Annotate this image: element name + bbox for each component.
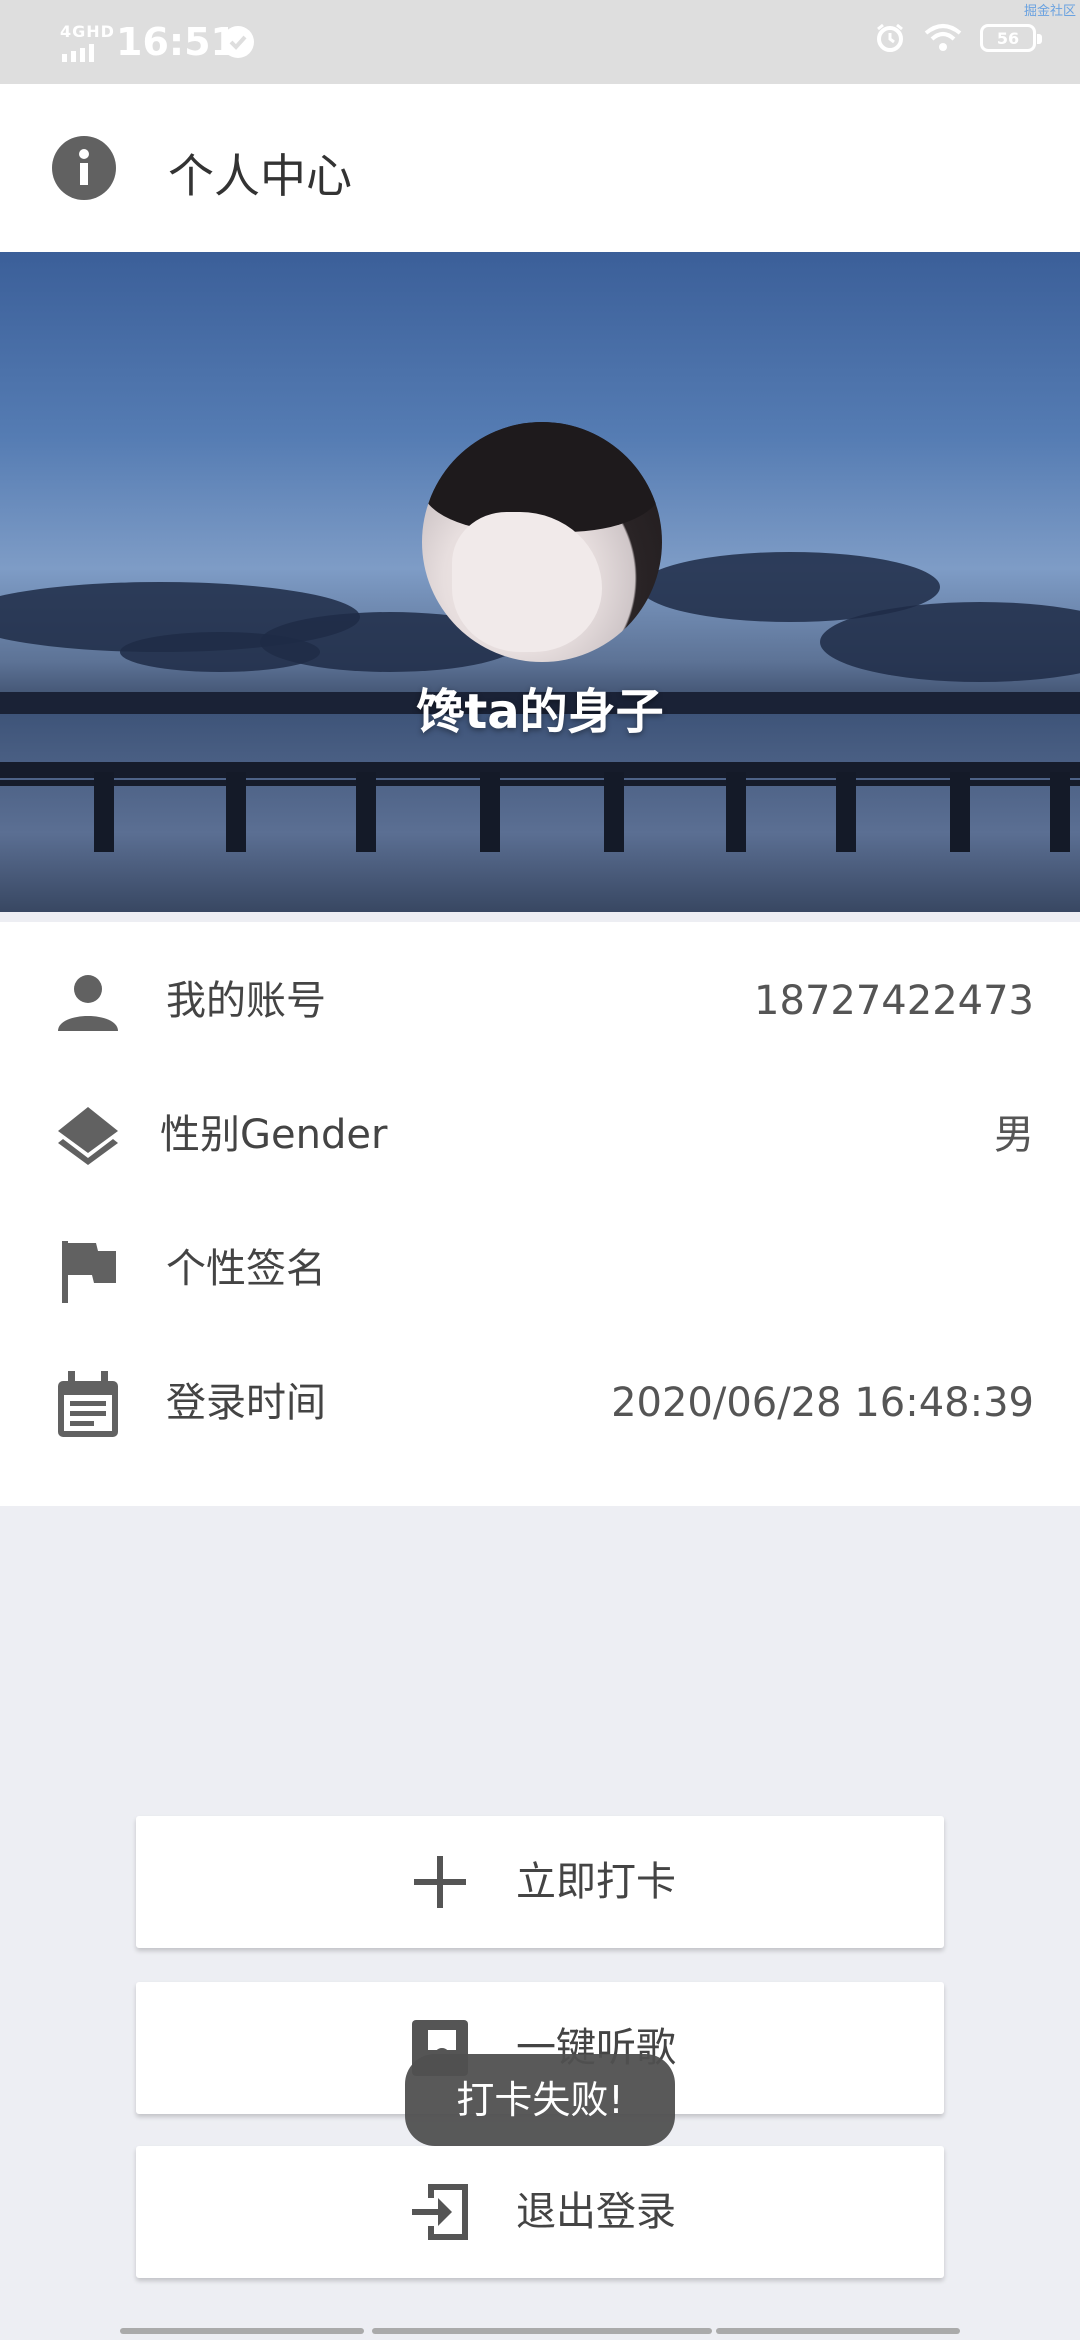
calendar-icon xyxy=(58,1371,118,1437)
logout-label: 退出登录 xyxy=(516,2189,676,2235)
info-value: 2020/06/28 16:48:39 xyxy=(611,1380,1034,1426)
corner-watermark: 掘金社区 xyxy=(1023,4,1076,19)
status-bar: 4GHD 16:51 56 掘金社区 xyxy=(0,0,1080,84)
alarm-icon xyxy=(877,23,903,52)
info-value: 男 xyxy=(994,1112,1034,1158)
network-indicator: 4GHD xyxy=(60,22,115,41)
plus-icon xyxy=(414,1856,466,1908)
logout-button[interactable]: 退出登录 xyxy=(136,2146,944,2278)
nav-indicator xyxy=(716,2328,960,2334)
info-label: 我的账号 xyxy=(166,978,326,1024)
nav-indicator xyxy=(372,2328,712,2334)
username: 馋ta的身子 xyxy=(416,684,664,740)
flag-icon xyxy=(62,1241,116,1303)
layers-icon xyxy=(58,1107,118,1165)
info-label: 登录时间 xyxy=(166,1380,326,1426)
info-row-login-time[interactable]: 登录时间 2020/06/28 16:48:39 xyxy=(0,1336,1080,1470)
clock: 16:51 xyxy=(116,20,237,64)
exit-icon xyxy=(412,2184,468,2240)
wifi-icon xyxy=(924,24,962,51)
info-icon[interactable] xyxy=(52,136,116,200)
signal-icon xyxy=(62,44,94,62)
profile-info-list: 我的账号 18727422473 性别Gender 男 个性签名 登录时间 20… xyxy=(0,922,1080,1506)
nav-indicator xyxy=(120,2328,364,2334)
info-row-account[interactable]: 我的账号 18727422473 xyxy=(0,934,1080,1068)
app-header: 个人中心 xyxy=(0,84,1080,252)
avatar[interactable] xyxy=(422,422,662,662)
battery-level: 56 xyxy=(996,28,1020,48)
person-icon xyxy=(58,975,118,1031)
page-title: 个人中心 xyxy=(168,149,352,203)
check-in-label: 立即打卡 xyxy=(516,1859,676,1905)
battery-icon: 56 xyxy=(980,24,1042,52)
check-in-button[interactable]: 立即打卡 xyxy=(136,1816,944,1948)
info-row-gender[interactable]: 性别Gender 男 xyxy=(0,1068,1080,1202)
info-row-signature[interactable]: 个性签名 xyxy=(0,1202,1080,1336)
info-label: 性别Gender xyxy=(160,1112,388,1158)
info-value: 18727422473 xyxy=(754,978,1034,1024)
profile-banner: 馋ta的身子 xyxy=(0,252,1080,912)
toast-message: 打卡失败! xyxy=(405,2054,675,2146)
info-label: 个性签名 xyxy=(166,1246,326,1292)
check-icon xyxy=(222,26,254,58)
